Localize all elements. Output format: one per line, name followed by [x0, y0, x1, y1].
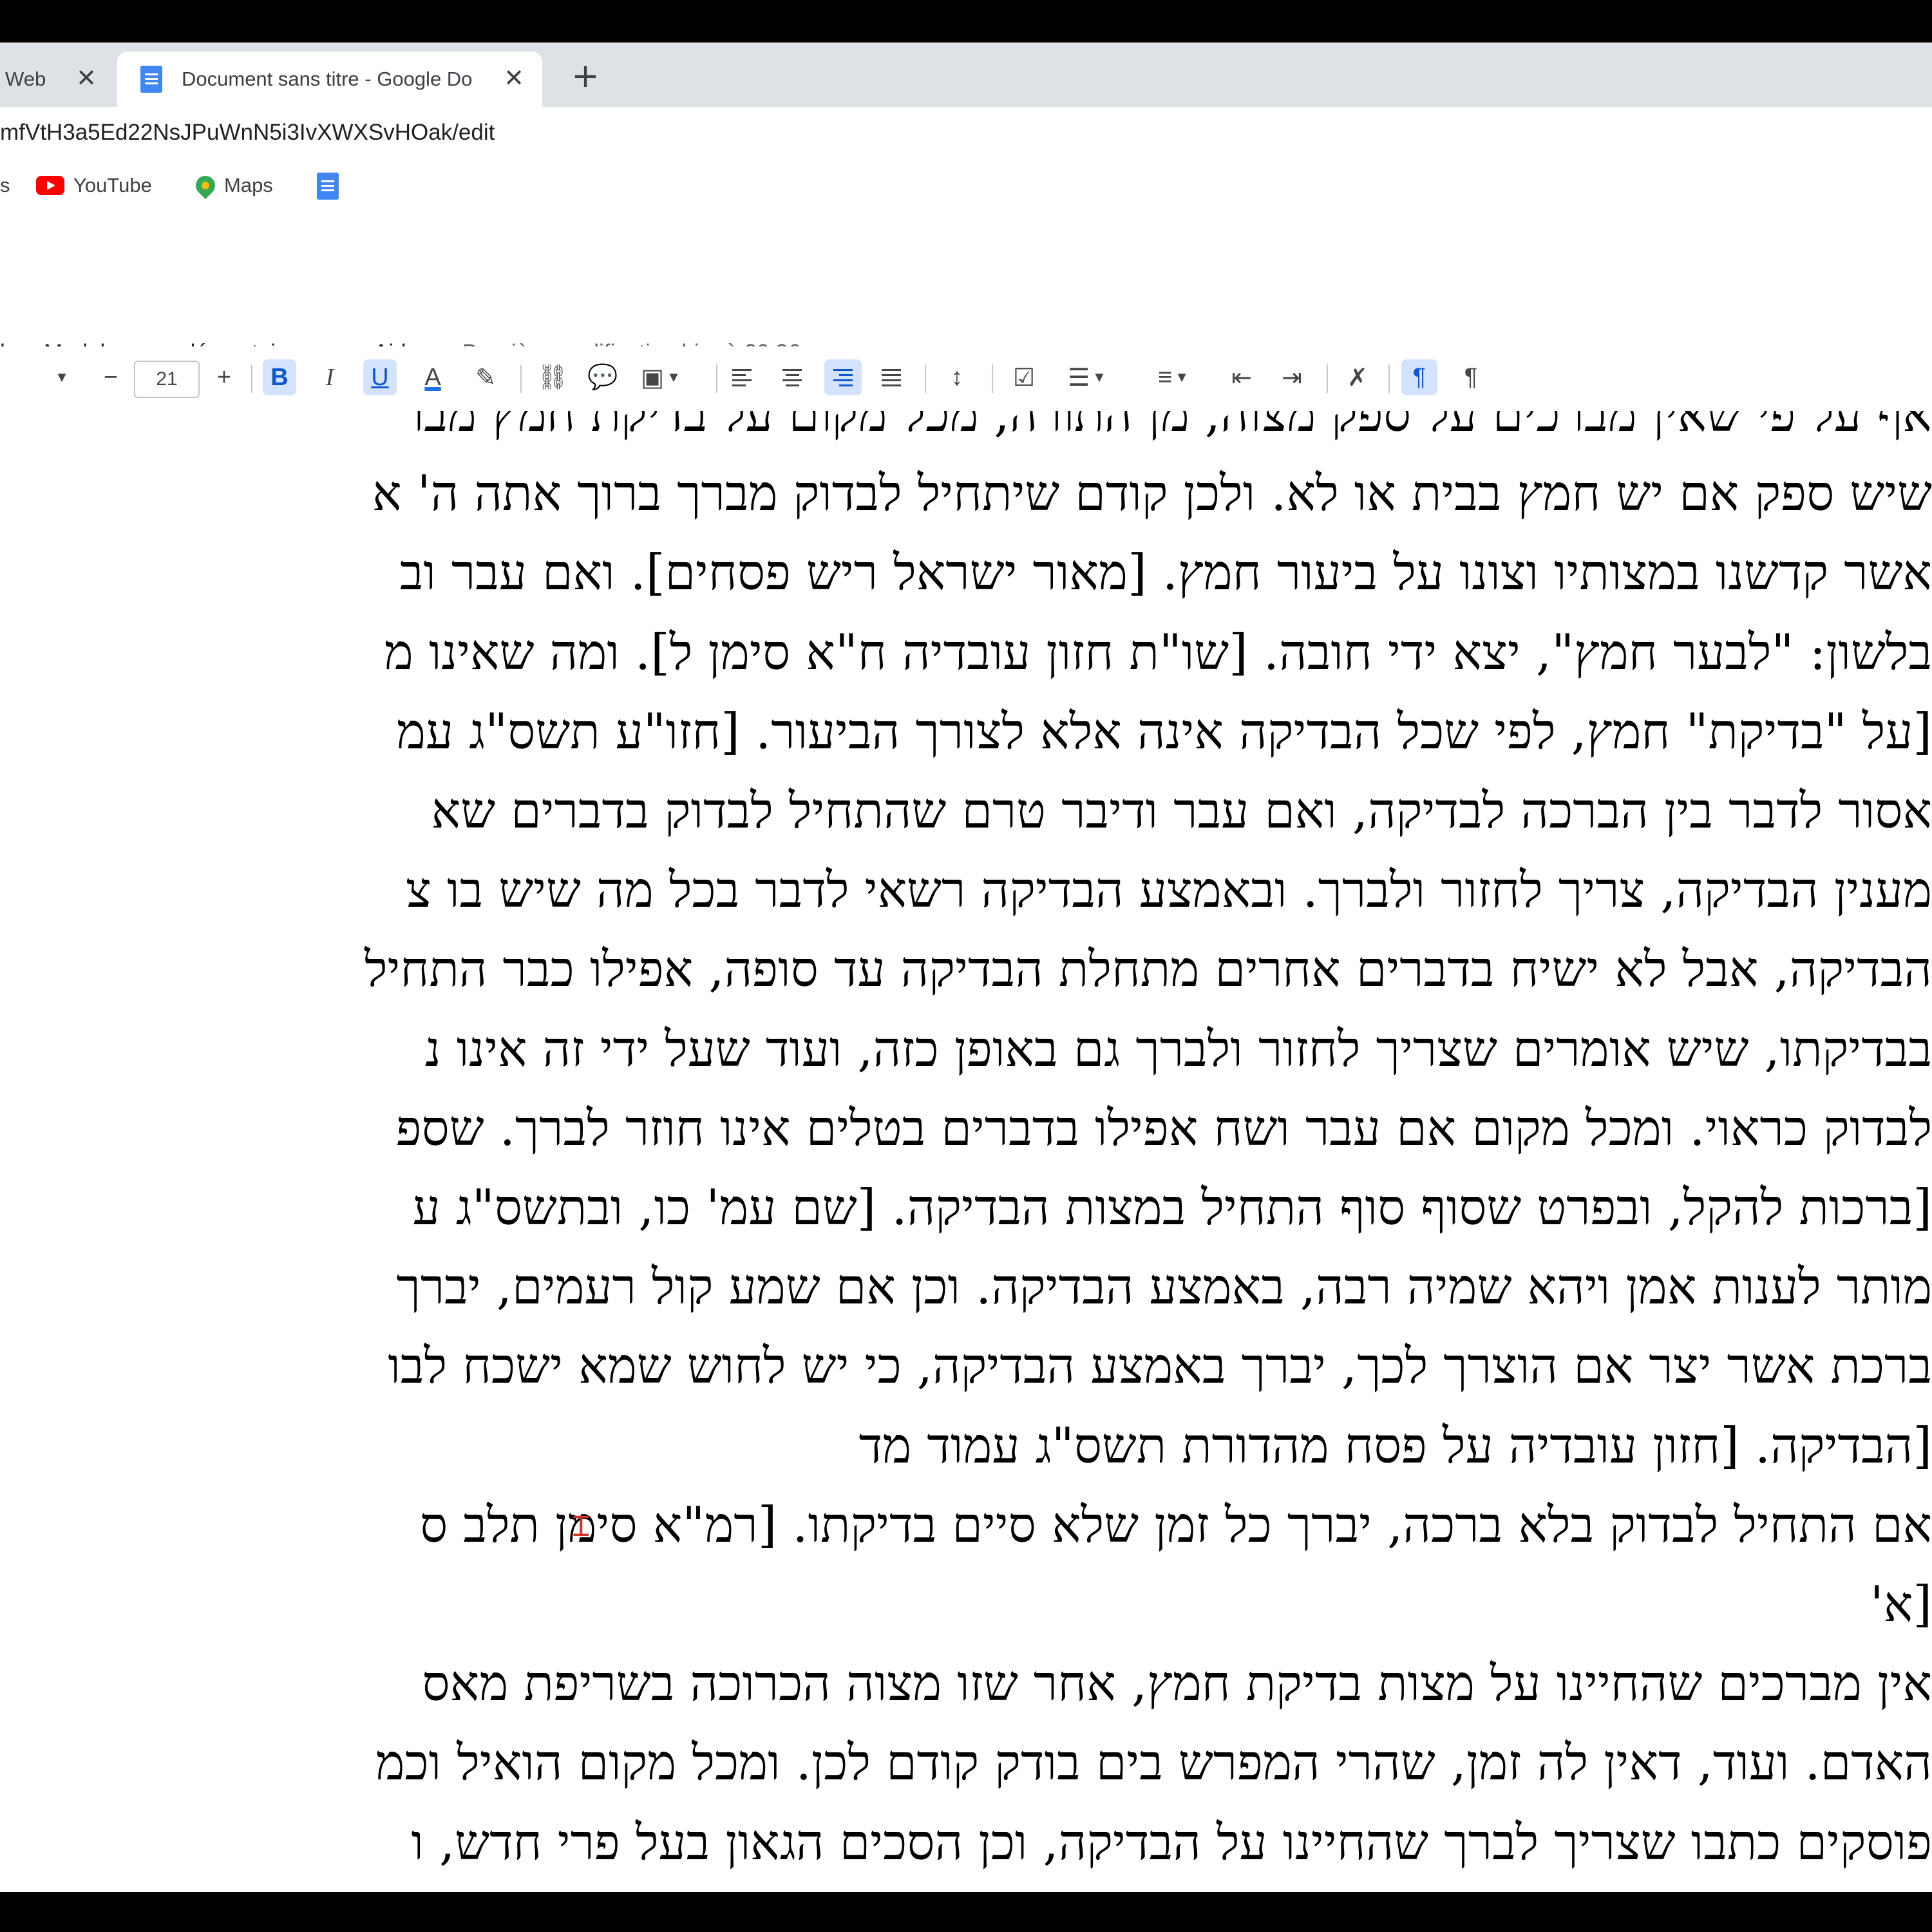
document-canvas[interactable]: אף על פי שאין מברכים על ספק מצוה, מן התו…: [0, 411, 1932, 1892]
doc-line[interactable]: אשר קדשנו במצותיו וצונו על ביעור חמץ. [מ…: [0, 537, 1932, 608]
align-right-icon[interactable]: [824, 359, 862, 395]
doc-line[interactable]: [על "בדיקת" חמץ, לפי שכל הבדיקה אינה אלא…: [0, 696, 1932, 767]
tab-label: Web: [5, 68, 46, 90]
bookmark-label: Maps: [224, 174, 273, 196]
underline-button[interactable]: U: [363, 359, 397, 395]
screen: Web ✕ Document sans titre - Google Do ✕ …: [0, 43, 1932, 1892]
bookmark-youtube[interactable]: YouTube: [36, 174, 152, 197]
doc-line[interactable]: האדם. ועוד, דאין לה זמן, שהרי המפרש בים …: [0, 1727, 1932, 1798]
decrease-font-size-button[interactable]: −: [95, 359, 126, 395]
toolbar-divider: [1327, 365, 1328, 393]
font-size-input[interactable]: 21: [134, 361, 200, 398]
bookmark-maps[interactable]: Maps: [191, 171, 273, 200]
url-text[interactable]: mfVtH3a5Ed22NsJPuWnN5i3IvXWXSvHOak/edit: [0, 120, 495, 146]
bookmarks-bar: s YouTube Maps: [0, 160, 1932, 219]
doc-line[interactable]: הבדיקה, אבל לא ישיח בדברים אחרים מתחלת ה…: [0, 934, 1932, 1005]
insert-image-icon[interactable]: ▣ ▼: [635, 359, 687, 395]
bold-button[interactable]: B: [263, 359, 296, 395]
address-bar[interactable]: mfVtH3a5Ed22NsJPuWnN5i3IvXWXSvHOak/edit: [0, 107, 1932, 160]
tab-label: Document sans titre - Google Do: [182, 68, 473, 90]
bookmark-label: YouTube: [73, 174, 152, 196]
doc-line[interactable]: אם התחיל לבדוק בלא ברכה, יברך כל זמן שלא…: [0, 1490, 1932, 1560]
toolbar-divider: [716, 365, 717, 393]
doc-line[interactable]: לבדוק כראוי. ומכל מקום אם עבר ושח אפילו …: [0, 1093, 1932, 1164]
doc-line[interactable]: ברכת אשר יצר אם הוצרך לכך, יברך באמצע הב…: [0, 1331, 1932, 1401]
toolbar-divider: [1388, 365, 1390, 393]
google-docs-bookmark-icon[interactable]: [317, 173, 339, 200]
doc-line[interactable]: [הבדיקה. [חזון עובדיה על פסח מהדורת תשס"…: [0, 1410, 1932, 1481]
align-center-icon[interactable]: [775, 359, 809, 395]
add-comment-icon[interactable]: 💬: [585, 359, 621, 395]
bookmark-partial[interactable]: s: [0, 174, 10, 197]
numbered-list-icon[interactable]: ≡ ▼: [1142, 359, 1204, 395]
bookmark-label: s: [0, 174, 10, 196]
highlight-color-icon[interactable]: ✎: [468, 359, 504, 395]
toolbar-divider: [992, 365, 993, 393]
toolbar-divider: [520, 365, 522, 393]
toolbar-divider: [251, 365, 252, 393]
rtl-text-icon[interactable]: ¶: [1401, 359, 1437, 395]
decrease-indent-icon[interactable]: ⇤: [1224, 359, 1260, 395]
doc-line[interactable]: מותר לענות אמן ויהא שמיה רבה, באמצע הבדי…: [0, 1251, 1932, 1322]
checklist-icon[interactable]: ☑: [1006, 359, 1042, 395]
bulleted-list-icon[interactable]: ☰ ▼: [1056, 359, 1118, 395]
increase-indent-icon[interactable]: ⇥: [1274, 359, 1310, 395]
text-cursor-icon: Ɪ: [573, 1511, 589, 1542]
doc-line[interactable]: מענין הבדיקה, צריך לחזור ולברך. ובאמצע ה…: [0, 855, 1932, 925]
doc-line[interactable]: [ברכות להקל, ובפרט שסוף סוף התחיל במצות …: [0, 1172, 1932, 1243]
maps-icon: [191, 171, 220, 200]
doc-line[interactable]: אף על פי שאין מברכים על ספק מצוה, מן התו…: [0, 411, 1932, 450]
ltr-text-icon[interactable]: ¶: [1453, 359, 1489, 395]
text-color-button[interactable]: A: [415, 359, 451, 395]
font-dropdown-caret[interactable]: ▼: [48, 359, 73, 395]
increase-font-size-button[interactable]: +: [209, 359, 240, 395]
youtube-icon: [36, 176, 64, 195]
line-spacing-icon[interactable]: ↕: [939, 359, 975, 395]
toolbar-divider: [925, 365, 926, 393]
italic-button[interactable]: I: [313, 359, 346, 395]
tab-bar: Web ✕ Document sans titre - Google Do ✕ …: [0, 43, 1932, 107]
align-left-icon[interactable]: [725, 359, 759, 395]
new-tab-button[interactable]: +: [568, 59, 603, 93]
doc-line[interactable]: שיש ספק אם יש חמץ בבית או לא. ולכן קודם …: [0, 458, 1932, 529]
clear-formatting-icon[interactable]: ✗: [1340, 359, 1376, 395]
close-icon[interactable]: ✕: [72, 64, 100, 93]
tab-google-docs[interactable]: Document sans titre - Google Do ✕: [117, 52, 542, 107]
insert-link-icon[interactable]: ⛓: [535, 359, 571, 395]
doc-line[interactable]: [א': [0, 1569, 1932, 1640]
doc-line[interactable]: פוסקים כתבו שצריך לברך שהחיינו על הבדיקה…: [0, 1807, 1932, 1878]
tab-web[interactable]: Web ✕: [0, 52, 115, 107]
doc-line[interactable]: אין מברכים שהחיינו על מצות בדיקת חמץ, אח…: [0, 1648, 1932, 1719]
docs-toolbar: ▼ − 21 + B I U A ✎ ⛓ 💬 ▣ ▼ ↕ ☑ ☰ ▼ ≡ ▼ ⇤ ⇥ …: [0, 346, 1932, 412]
doc-line[interactable]: אסור לדבר בין הברכה לבדיקה, ואם עבר ודיב…: [0, 775, 1932, 846]
close-icon[interactable]: ✕: [500, 64, 528, 93]
doc-line[interactable]: בלשון: "לבער חמץ", יצא ידי חובה. [שו"ת ח…: [0, 617, 1932, 688]
docs-header: ls Modules complémentaires Aide Dernière…: [0, 218, 1932, 365]
google-docs-icon: [140, 66, 162, 93]
doc-line[interactable]: בבדיקתו, שיש אומרים שצריך לחזור ולברך גם…: [0, 1014, 1932, 1084]
justify-icon[interactable]: [875, 359, 908, 395]
